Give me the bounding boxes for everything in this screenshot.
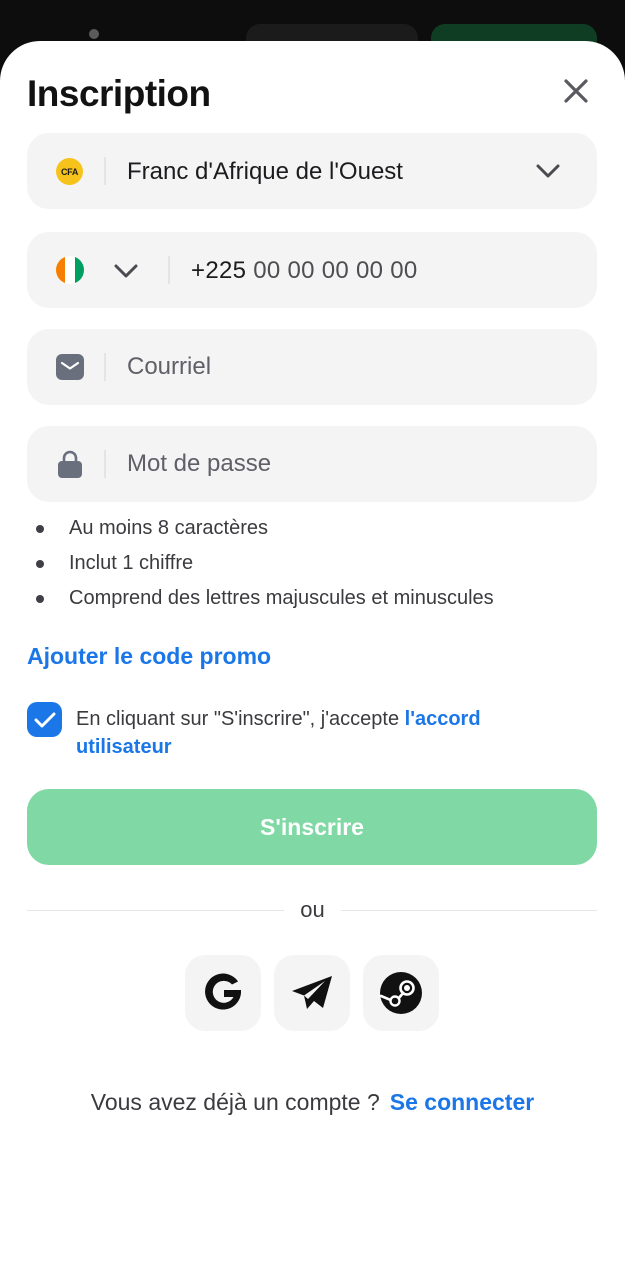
password-rules: Au moins 8 caractères Inclut 1 chiffre C… (36, 515, 494, 620)
email-field[interactable] (27, 329, 597, 405)
separator-line (341, 910, 597, 911)
login-link[interactable]: Se connecter (390, 1089, 534, 1115)
login-question: Vous avez déjà un compte ? (90, 1089, 380, 1115)
password-rule: Comprend des lettres majuscules et minus… (36, 585, 494, 620)
currency-select[interactable]: CFA Franc d'Afrique de l'Ouest (27, 133, 597, 209)
register-button[interactable]: S'inscrire (27, 789, 597, 865)
envelope-icon (56, 353, 84, 381)
flag-stripe-green (74, 256, 84, 284)
separator-line (27, 910, 284, 911)
cfa-currency-icon: CFA (56, 158, 83, 185)
lock-icon (56, 450, 84, 478)
add-promo-code-link[interactable]: Ajouter le code promo (27, 643, 271, 670)
field-divider (104, 353, 106, 381)
google-icon (205, 973, 241, 1010)
close-icon (564, 79, 588, 103)
background-dot (89, 29, 99, 39)
consent-checkbox[interactable] (27, 702, 62, 737)
flag-stripe-orange (56, 256, 66, 284)
google-login-button[interactable] (185, 955, 261, 1031)
phone-country-code: +225 (191, 257, 247, 284)
password-rule: Au moins 8 caractères (36, 515, 494, 550)
phone-placeholder: 00 00 00 00 00 (253, 257, 418, 284)
telegram-login-button[interactable] (274, 955, 350, 1031)
currency-value: Franc d'Afrique de l'Ouest (127, 158, 403, 185)
separator-label: ou (300, 897, 325, 922)
consent-label: En cliquant sur "S'inscrire", j'accepte (76, 708, 405, 730)
telegram-icon (292, 976, 332, 1009)
flag-stripe-white (65, 256, 75, 284)
field-divider (104, 157, 106, 185)
chevron-down-icon (536, 164, 560, 178)
close-button[interactable] (556, 71, 596, 111)
login-prompt: Vous avez déjà un compte ? Se connecter (0, 1089, 625, 1116)
password-field[interactable] (27, 426, 597, 502)
phone-input[interactable]: +225 00 00 00 00 00 (191, 257, 418, 285)
field-divider (168, 256, 170, 284)
page-title: Inscription (27, 73, 211, 114)
steam-icon (379, 972, 422, 1014)
password-input[interactable] (127, 443, 567, 485)
phone-field[interactable]: +225 00 00 00 00 00 (27, 232, 597, 308)
steam-login-button[interactable] (363, 955, 439, 1031)
country-code-chevron-icon[interactable] (113, 259, 139, 283)
checkmark-icon (34, 712, 55, 727)
email-input[interactable] (127, 346, 567, 388)
registration-sheet: Inscription CFA Franc d'Afrique de l'Oue… (0, 41, 625, 1280)
consent-text: En cliquant sur "S'inscrire", j'accepte … (76, 705, 576, 761)
ivory-coast-flag-icon (56, 256, 84, 284)
password-rule: Inclut 1 chiffre (36, 550, 494, 585)
field-divider (104, 450, 106, 478)
